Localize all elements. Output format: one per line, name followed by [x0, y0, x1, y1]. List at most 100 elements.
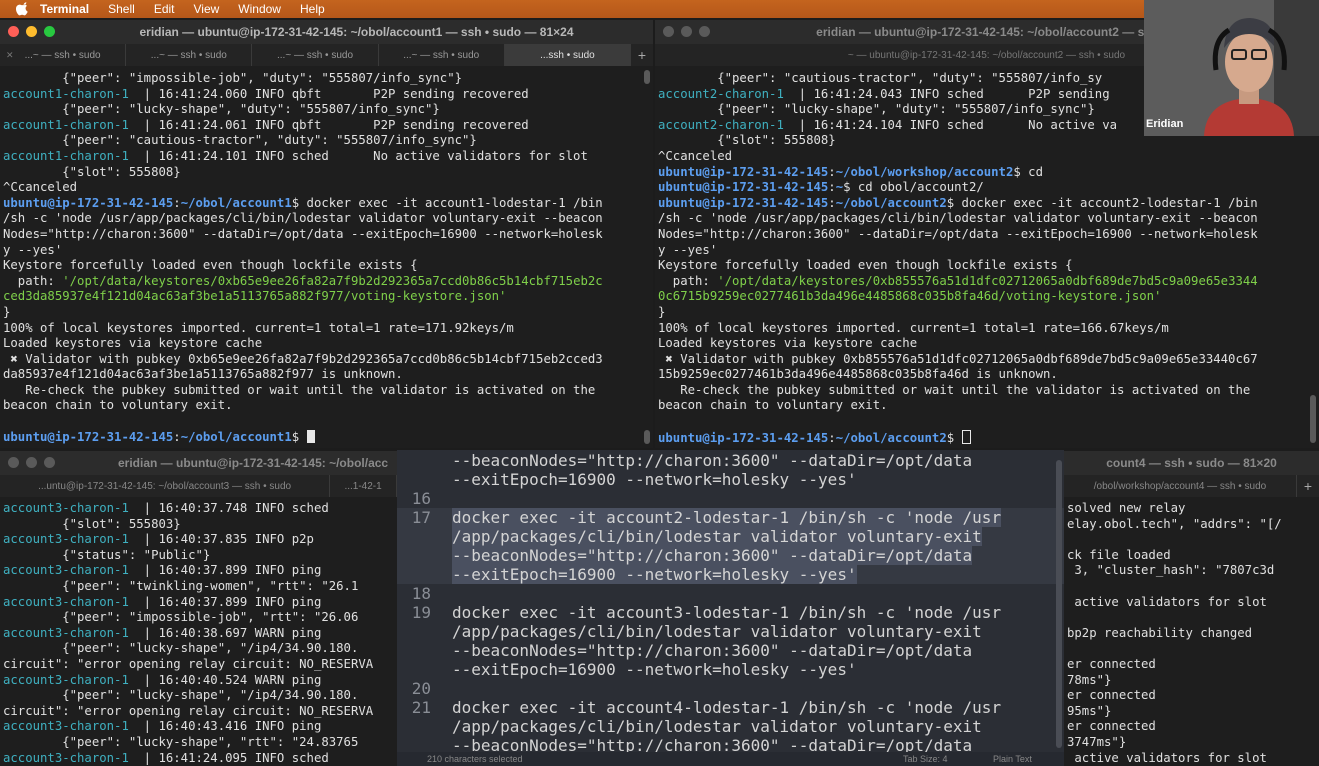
scrollbar-thumb[interactable]	[644, 430, 650, 444]
tab-label: ~ — ubuntu@ip-172-31-42-145: ~/obol/acco…	[847, 49, 1126, 61]
scrollbar[interactable]	[644, 70, 650, 84]
zoom-icon[interactable]	[699, 26, 710, 37]
terminal-text: ~/obol/account2	[835, 195, 947, 210]
terminal-line: {"peer": "lucky-shape", "/ip4/34.90.180.	[3, 641, 397, 657]
tab-label: ...~ — ssh • sudo	[403, 49, 480, 61]
tab-4[interactable]: ...~ — ssh • sudo	[379, 44, 505, 66]
line-number: 17	[411, 508, 431, 527]
terminal-text: Loaded keystores via keystore cache	[658, 336, 918, 351]
terminal-text: | 16:41:24.060 INFO qbft P2P sending rec…	[128, 86, 529, 101]
terminal-text: | 16:40:37.899 INFO ping	[128, 594, 322, 609]
tab-2[interactable]: ...~ — ssh • sudo	[126, 44, 253, 66]
terminal-text: er connected	[1067, 656, 1156, 671]
terminal-line: account3-charon-1 | 16:40:43.416 INFO pi…	[3, 719, 397, 735]
line-number: 19	[411, 603, 431, 622]
terminal-text: 15b9259ec0277461b3da496e4485868c035b8fa4…	[658, 367, 1058, 382]
terminal-text: $ docker exec -it account1-lodestar-1 /b…	[291, 195, 603, 210]
terminal-text: account1-charon-1	[3, 117, 129, 132]
terminal-text: :	[828, 195, 836, 210]
tab-1[interactable]: ✕ ...~ — ssh • sudo	[0, 44, 127, 66]
editor-status-bar: 210 characters selected Tab Size: 4 Plai…	[397, 752, 1064, 766]
zoom-icon[interactable]	[44, 26, 55, 37]
editor-scrollbar-thumb[interactable]	[1056, 460, 1062, 748]
terminal-text: account1-charon-1	[3, 148, 129, 163]
zoom-icon[interactable]	[44, 457, 55, 468]
terminal-line: active validators for slot	[1067, 751, 1319, 766]
terminal-text: | 16:40:43.416 INFO ping	[128, 719, 322, 734]
terminal-window-account3[interactable]: eridian — ubuntu@ip-172-31-42-145: ~/obo…	[0, 451, 397, 766]
line-number: 16	[411, 489, 431, 508]
apple-icon[interactable]	[16, 2, 30, 16]
line-number: 21	[411, 698, 431, 717]
terminal-text: ^Ccanceled	[3, 180, 78, 195]
terminal-text: active validators for slot	[1067, 594, 1267, 609]
tab-bar: ✕ ...~ — ssh • sudo ...~ — ssh • sudo ...…	[0, 44, 653, 66]
scrollbar-thumb[interactable]	[1310, 395, 1316, 443]
tab-3[interactable]: ...~ — ssh • sudo	[252, 44, 379, 66]
window-titlebar[interactable]: count4 — ssh • sudo — 81×20	[1064, 451, 1319, 475]
terminal-text: $ cd	[1013, 164, 1043, 179]
terminal-text: Keystore forcefully loaded even though l…	[3, 258, 418, 273]
terminal-text: ~	[835, 180, 844, 195]
terminal-text: ✖ Validator with pubkey 0xb65e9ee26fa82a…	[3, 351, 603, 366]
terminal-text: /sh -c 'node /usr/app/packages/cli/bin/l…	[3, 211, 603, 226]
terminal-text: 95ms"}	[1067, 703, 1112, 718]
terminal-output[interactable]: solved new relay elay.obol.tech", "addrs"…	[1067, 501, 1319, 766]
terminal-line: ck file loaded	[1067, 548, 1319, 564]
close-icon[interactable]	[663, 26, 674, 37]
terminal-text: /sh -c 'node /usr/app/packages/cli/bin/l…	[658, 211, 1258, 226]
terminal-text: 100% of local keystores imported. curren…	[658, 320, 1169, 335]
tab-1[interactable]: ...untu@ip-172-31-42-145: ~/obol/account…	[0, 475, 331, 497]
terminal-line: account3-charon-1 | 16:40:37.899 INFO pi…	[3, 595, 397, 611]
minimize-icon[interactable]	[681, 26, 692, 37]
close-icon[interactable]	[8, 26, 19, 37]
tab-label: ...~ — ssh • sudo	[24, 49, 101, 61]
traffic-lights	[663, 26, 710, 37]
terminal-text: Re-check the pubkey submitted or wait un…	[3, 382, 596, 397]
terminal-text: ubuntu@ip-172-31-42-145	[3, 195, 174, 210]
menu-item-window[interactable]: Window	[238, 2, 281, 16]
webcam-overlay: Eridian	[1144, 0, 1319, 136]
terminal-output[interactable]: {"peer": "impossible-job", "duty": "5558…	[3, 71, 639, 448]
tab-2[interactable]: ...1-42-1	[330, 475, 397, 497]
window-title: eridian — ubuntu@ip-172-31-42-145: ~/obo…	[139, 25, 574, 39]
minimize-icon[interactable]	[26, 457, 37, 468]
close-icon[interactable]	[8, 457, 19, 468]
terminal-line: Re-check the pubkey submitted or wait un…	[658, 383, 1305, 399]
tab-1[interactable]: /obol/workshop/account4 — ssh • sudo	[1064, 475, 1297, 497]
terminal-text: account3-charon-1	[3, 672, 129, 687]
terminal-line: account3-charon-1 | 16:40:37.899 INFO pi…	[3, 563, 397, 579]
tab-size[interactable]: Tab Size: 4	[903, 754, 948, 764]
menu-item-shell[interactable]: Shell	[108, 2, 135, 16]
terminal-text: account3-charon-1	[3, 625, 129, 640]
line-text: --beaconNodes="http://charon:3600" --dat…	[452, 451, 973, 470]
editor-line: /app/packages/cli/bin/lodestar validator…	[397, 622, 1064, 641]
terminal-line: }	[658, 305, 1305, 321]
syntax-mode[interactable]: Plain Text	[993, 754, 1032, 764]
menu-item-help[interactable]: Help	[300, 2, 325, 16]
minimize-icon[interactable]	[26, 26, 37, 37]
terminal-text: {"slot": 555803}	[3, 516, 181, 531]
menu-item-view[interactable]: View	[194, 2, 220, 16]
text-editor-window[interactable]: --beaconNodes="http://charon:3600" --dat…	[397, 450, 1064, 766]
terminal-text: $ cd obol/account2/	[843, 180, 984, 195]
menu-app-name[interactable]: Terminal	[40, 2, 89, 16]
terminal-text: {"peer": "lucky-shape", "duty": "555807/…	[658, 102, 1095, 117]
menu-item-edit[interactable]: Edit	[154, 2, 175, 16]
terminal-window-account4[interactable]: count4 — ssh • sudo — 81×20 /obol/worksh…	[1064, 451, 1319, 766]
terminal-line: er connected	[1067, 657, 1319, 673]
terminal-window-account1[interactable]: eridian — ubuntu@ip-172-31-42-145: ~/obo…	[0, 20, 653, 448]
new-tab-plus-icon[interactable]: +	[631, 44, 653, 66]
window-titlebar[interactable]: eridian — ubuntu@ip-172-31-42-145: ~/obo…	[0, 20, 653, 44]
terminal-line: beacon chain to voluntary exit.	[3, 398, 639, 414]
terminal-line: bp2p reachability changed	[1067, 626, 1319, 642]
terminal-output[interactable]: account3-charon-1 | 16:40:37.748 INFO sc…	[3, 501, 397, 766]
line-text: docker exec -it account4-lodestar-1 /bin…	[452, 698, 1002, 717]
tab-close-icon[interactable]: ✕	[6, 50, 14, 61]
terminal-text: ~/obol/account2	[835, 430, 947, 445]
tab-5-active[interactable]: ...ssh • sudo	[504, 44, 632, 66]
terminal-line: {"peer": "impossible-job", "duty": "5558…	[3, 71, 639, 87]
window-titlebar[interactable]: eridian — ubuntu@ip-172-31-42-145: ~/obo…	[0, 451, 397, 475]
new-tab-plus-icon[interactable]: +	[1297, 475, 1319, 497]
